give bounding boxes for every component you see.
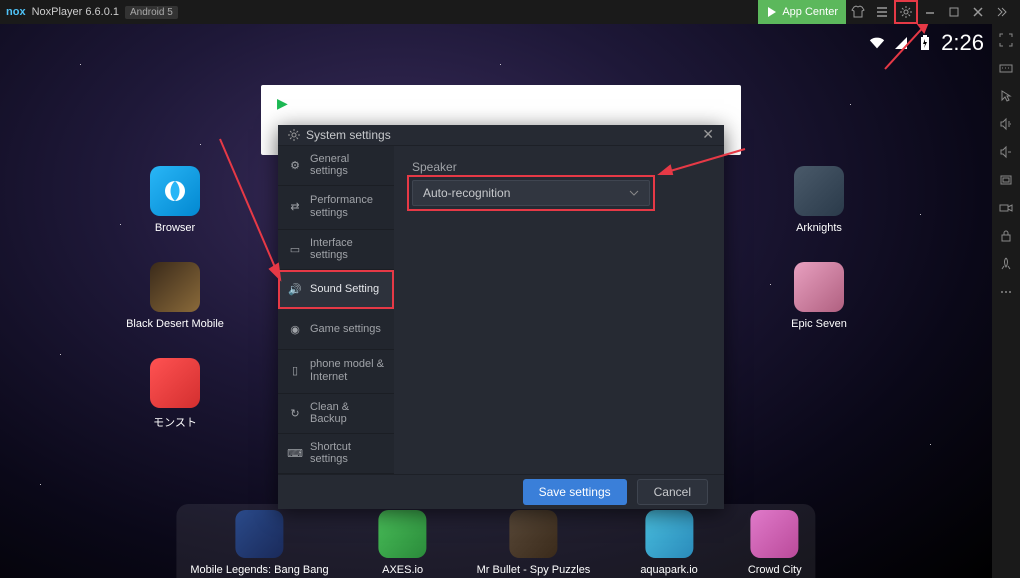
app-center-label: App Center (782, 6, 838, 18)
chevrons-right-icon[interactable] (990, 0, 1014, 24)
play-icon (766, 6, 778, 18)
more-icon[interactable] (994, 280, 1018, 304)
lock-icon[interactable] (994, 224, 1018, 248)
android-badge: Android 5 (125, 6, 178, 19)
settings-gear-icon[interactable] (894, 0, 918, 24)
rocket-icon[interactable] (994, 252, 1018, 276)
settings-content: Speaker Auto-recognition (394, 146, 724, 474)
sidebar-item-sound[interactable]: 🔊 Sound Setting (278, 270, 394, 310)
nox-logo: nox (6, 6, 26, 18)
system-settings-modal: System settings ✕ ⚙ General settings ⇄ P… (278, 125, 724, 509)
app-label: モンスト (153, 414, 197, 430)
sidebar-item-clean[interactable]: ↻ Clean & Backup (278, 394, 394, 434)
sidebar-label: Interface settings (310, 237, 384, 261)
fullscreen-icon[interactable] (994, 28, 1018, 52)
sidebar-item-shortcut[interactable]: ⌨ Shortcut settings (278, 434, 394, 474)
select-value: Auto-recognition (423, 186, 510, 200)
keyboard-icon[interactable] (994, 56, 1018, 80)
save-label: Save settings (539, 485, 611, 499)
status-time: 2:26 (941, 30, 984, 56)
dock-label: Crowd City (748, 564, 802, 576)
app-dock: Mobile Legends: Bang Bang AXES.io Mr Bul… (176, 504, 815, 578)
chevron-down-icon (629, 190, 639, 196)
app-black-desert[interactable]: Black Desert Mobile (140, 262, 210, 330)
sidebar-item-general[interactable]: ⚙ General settings (278, 146, 394, 186)
modal-footer: Save settings Cancel (278, 474, 724, 509)
sidebar-label: Clean & Backup (310, 401, 384, 425)
minimize-icon[interactable] (918, 0, 942, 24)
cancel-button[interactable]: Cancel (637, 479, 708, 505)
save-button[interactable]: Save settings (523, 479, 627, 505)
dock-label: AXES.io (382, 564, 423, 576)
wifi-icon (869, 36, 885, 50)
app-title: NoxPlayer 6.6.0.1 (32, 6, 119, 18)
close-icon[interactable] (966, 0, 990, 24)
app-arknights[interactable]: Arknights (784, 166, 854, 234)
modal-header: System settings ✕ (278, 125, 724, 146)
sidebar-label: Shortcut settings (310, 441, 384, 465)
globe-icon (162, 178, 188, 204)
menu-icon[interactable] (870, 0, 894, 24)
screen-icon: ▭ (288, 242, 302, 256)
dock-crowd-city[interactable]: Crowd City (748, 510, 802, 578)
dock-aquapark[interactable]: aquapark.io (640, 510, 698, 578)
window-titlebar: nox NoxPlayer 6.6.0.1 Android 5 App Cent… (0, 0, 1020, 24)
annotation-arrow (200, 134, 290, 284)
sound-icon: 🔊 (288, 282, 302, 296)
app-browser[interactable]: Browser (140, 166, 210, 234)
modal-title: System settings (306, 128, 391, 142)
sidebar-item-interface[interactable]: ▭ Interface settings (278, 230, 394, 270)
sidebar-label: Sound Setting (310, 283, 379, 295)
maximize-icon[interactable] (942, 0, 966, 24)
record-icon[interactable] (994, 196, 1018, 220)
app-epic-seven[interactable]: Epic Seven (784, 262, 854, 330)
settings-sidebar: ⚙ General settings ⇄ Performance setting… (278, 146, 394, 474)
keyboard-icon: ⌨ (288, 446, 302, 460)
dock-mobile-legends[interactable]: Mobile Legends: Bang Bang (190, 510, 328, 578)
cancel-label: Cancel (654, 485, 691, 499)
app-label: Epic Seven (791, 318, 847, 330)
game-icon: ◉ (288, 322, 302, 336)
sidebar-item-phone[interactable]: ▯ phone model & Internet (278, 350, 394, 394)
gear-icon (288, 129, 300, 141)
android-desktop: 2:26 Browser Black Desert Mobile モンスト Ar… (0, 24, 992, 578)
refresh-icon: ↻ (288, 406, 302, 420)
dock-label: Mr Bullet - Spy Puzzles (477, 564, 591, 576)
android-status-bar: 2:26 (869, 30, 984, 56)
phone-icon: ▯ (288, 364, 302, 378)
dock-axes[interactable]: AXES.io (379, 510, 427, 578)
sidebar-label: Performance settings (310, 194, 384, 220)
speaker-label: Speaker (412, 160, 706, 174)
cursor-icon[interactable] (994, 84, 1018, 108)
shirt-icon[interactable] (846, 0, 870, 24)
dock-label: aquapark.io (640, 564, 698, 576)
sidebar-label: General settings (310, 153, 384, 177)
gear-icon: ⚙ (288, 158, 302, 172)
sidebar-label: Game settings (310, 323, 381, 335)
app-monst[interactable]: モンスト (140, 358, 210, 430)
sidebar-label: phone model & Internet (310, 358, 384, 384)
sidebar-item-game[interactable]: ◉ Game settings (278, 310, 394, 350)
volume-down-icon[interactable] (994, 140, 1018, 164)
dock-label: Mobile Legends: Bang Bang (190, 564, 328, 576)
app-label: Black Desert Mobile (126, 318, 224, 330)
dock-mr-bullet[interactable]: Mr Bullet - Spy Puzzles (477, 510, 591, 578)
screenshot-icon[interactable] (994, 168, 1018, 192)
right-toolbar (992, 24, 1020, 578)
app-label: Arknights (796, 222, 842, 234)
signal-icon (893, 36, 909, 50)
speed-icon: ⇄ (288, 200, 302, 214)
app-center-button[interactable]: App Center (758, 0, 846, 24)
battery-charging-icon (917, 36, 933, 50)
modal-close-icon[interactable]: ✕ (702, 126, 714, 143)
sidebar-item-performance[interactable]: ⇄ Performance settings (278, 186, 394, 230)
volume-up-icon[interactable] (994, 112, 1018, 136)
speaker-select[interactable]: Auto-recognition (412, 180, 650, 206)
app-label: Browser (155, 222, 195, 234)
